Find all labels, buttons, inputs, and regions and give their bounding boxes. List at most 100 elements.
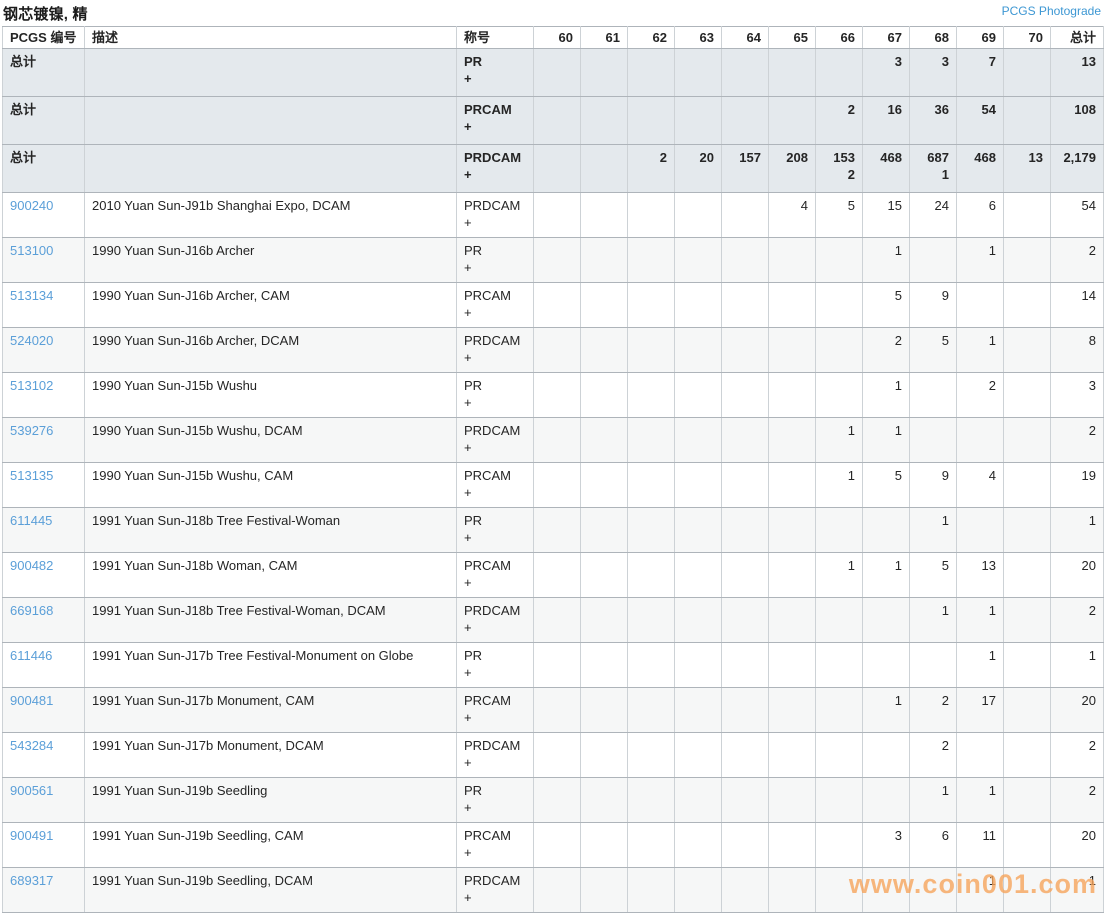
grade-cell-62-line1 [635, 782, 667, 799]
photograde-link[interactable]: PCGS Photograde [1002, 4, 1101, 18]
table-row: 513102 1990 Yuan Sun-J15b Wushu PR + 1 2 3 [2, 372, 1104, 418]
col-header-description: 描述 [84, 26, 457, 49]
grade-cell-65 [768, 417, 816, 463]
grade-cell-62 [627, 48, 675, 97]
grade-cell-64-line1 [729, 101, 761, 118]
designation-cell-line2: + [464, 167, 472, 182]
grade-cell-68-line2 [917, 709, 949, 726]
pcgs-number-cell: 900481 [2, 687, 85, 733]
grade-cell-68-line2 [917, 529, 949, 546]
grade-cell-65 [768, 48, 816, 97]
grade-cell-60-line1 [541, 872, 573, 889]
grade-cell-65-line2 [776, 664, 808, 681]
description-cell-line2 [92, 118, 449, 135]
pcgs-number-link[interactable]: 513135 [10, 468, 53, 483]
grade-cell-64 [721, 642, 769, 688]
grade-cell-60 [533, 96, 581, 145]
grade-cell-68: 2 [909, 687, 957, 733]
pcgs-number-link[interactable]: 513134 [10, 288, 53, 303]
grade-cell-65-line2 [776, 118, 808, 135]
designation-cell-line1: PRDCAM [464, 873, 521, 888]
grade-cell-68-line2 [917, 889, 949, 906]
grade-cell-60-line2 [541, 259, 573, 276]
pcgs-number-link[interactable]: 539276 [10, 423, 53, 438]
grade-cell-62 [627, 822, 675, 868]
grade-cell-60-line2 [541, 529, 573, 546]
designation-cell-line1: PR [464, 648, 483, 663]
grade-cell-62-line2 [635, 709, 667, 726]
grade-cell-66 [815, 48, 863, 97]
description-cell-line1: 1990 Yuan Sun-J16b Archer, DCAM [92, 333, 300, 348]
grade-cell-69-line1: 54 [981, 102, 996, 117]
topbar: 钢芯镀镍, 精 PCGS Photograde [0, 0, 1107, 26]
description-cell-line1: 1991 Yuan Sun-J18b Tree Festival-Woman [92, 513, 341, 528]
grade-cell-60-line1 [541, 101, 573, 118]
grade-cell-60-line2 [541, 70, 573, 87]
grade-cell-68-line2 [917, 70, 949, 87]
grade-cell-66 [815, 732, 863, 778]
pcgs-number-link[interactable]: 611446 [10, 648, 52, 663]
grade-cell-69-line2 [964, 214, 996, 231]
pcgs-number-link[interactable]: 900482 [10, 558, 53, 573]
grade-cell-68: 5 [909, 327, 957, 373]
grade-cell-65-line2 [776, 394, 808, 411]
pcgs-number-link[interactable]: 900481 [10, 693, 53, 708]
grade-cell-67-line1: 1 [894, 378, 902, 393]
grade-cell-67: 468 [862, 144, 910, 193]
grade-cell-62-line2 [635, 574, 667, 591]
pcgs-number-link[interactable]: 543284 [10, 738, 53, 753]
grade-cell-64-line1 [729, 422, 761, 439]
grade-cell-70-line2 [1011, 889, 1043, 906]
pcgs-number-link[interactable]: 611445 [10, 513, 52, 528]
total-cell: 54 [1050, 192, 1104, 238]
grade-cell-63 [674, 282, 722, 328]
grade-cell-64-line1 [729, 692, 761, 709]
pcgs-number-link[interactable]: 900240 [10, 198, 53, 213]
grade-cell-61-line2 [588, 259, 620, 276]
grade-cell-68-line2 [917, 754, 949, 771]
designation-cell-line2: + [464, 890, 472, 905]
description-cell-line2 [92, 844, 449, 861]
grade-cell-60 [533, 192, 581, 238]
grade-cell-69-line1: 1 [988, 243, 996, 258]
grade-cell-65-line2 [776, 574, 808, 591]
pcgs-number-link[interactable]: 669168 [10, 603, 53, 618]
grade-cell-70 [1003, 417, 1051, 463]
grade-cell-64-line1 [729, 737, 761, 754]
grade-cell-69: 17 [956, 687, 1004, 733]
grade-cell-62 [627, 687, 675, 733]
grade-cell-70-line1 [1011, 242, 1043, 259]
pcgs-number-link[interactable]: 900561 [10, 783, 53, 798]
grade-cell-60-line1 [541, 422, 573, 439]
grade-cell-65: 4 [768, 192, 816, 238]
grade-cell-68-line1: 2 [941, 738, 949, 753]
grade-cell-63-line2 [682, 484, 714, 501]
pcgs-number-link[interactable]: 900491 [10, 828, 53, 843]
designation-cell: PR + [456, 642, 534, 688]
designation-cell-line1: PRCAM [464, 558, 511, 573]
grade-cell-64-line2 [729, 574, 761, 591]
grade-cell-61 [580, 192, 628, 238]
grade-cell-61-line1 [588, 557, 620, 574]
pcgs-number-link[interactable]: 689317 [10, 873, 53, 888]
total-cell-line1: 2 [1088, 783, 1096, 798]
designation-cell: PRDCAM + [456, 144, 534, 193]
total-cell: 13 [1050, 48, 1104, 97]
grade-cell-61-line1 [588, 737, 620, 754]
pcgs-number-link[interactable]: 513102 [10, 378, 53, 393]
grade-cell-67-line1: 2 [894, 333, 902, 348]
description-cell-line1: 1991 Yuan Sun-J17b Tree Festival-Monumen… [92, 648, 414, 663]
grade-cell-66-line1 [823, 737, 855, 754]
pcgs-number-link[interactable]: 513100 [10, 243, 53, 258]
designation-cell-line1: PRDCAM [464, 150, 522, 165]
grade-cell-62-line1 [635, 53, 667, 70]
grade-cell-68: 2 [909, 732, 957, 778]
description-cell: 1991 Yuan Sun-J19b Seedling [84, 777, 457, 823]
grade-cell-62-line1 [635, 197, 667, 214]
grade-cell-60 [533, 777, 581, 823]
pcgs-number-link[interactable]: 524020 [10, 333, 53, 348]
total-cell-line2 [1058, 304, 1096, 321]
grade-cell-62 [627, 597, 675, 643]
grade-cell-65-line1 [776, 647, 808, 664]
grade-cell-67-line2 [870, 118, 902, 135]
